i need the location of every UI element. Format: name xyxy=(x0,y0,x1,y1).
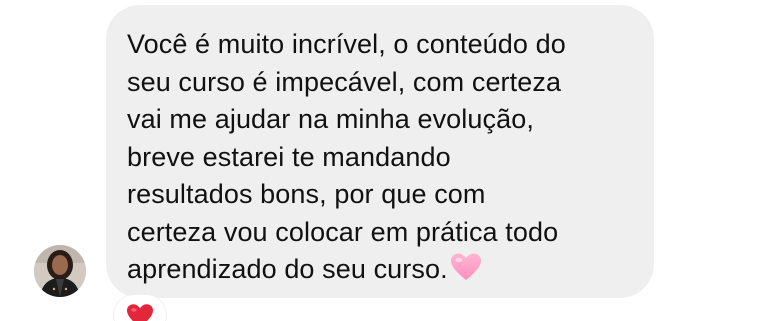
red-heart-icon xyxy=(126,304,153,321)
message-line: Você é muito incrível, o conteúdo do xyxy=(127,29,566,59)
message-line: certeza vou colocar em prática todo xyxy=(127,216,559,247)
pink-heart-icon xyxy=(450,252,482,293)
reaction-badge[interactable] xyxy=(114,295,166,321)
sender-avatar[interactable] xyxy=(34,245,86,297)
message-line-last: aprendizado do seu curso. xyxy=(127,251,634,293)
message-line: resultados bons, por que com xyxy=(127,179,486,209)
message-line: breve estarei te mandando xyxy=(127,141,451,172)
message-bubble[interactable]: Você é muito incrível, o conteúdo do seu… xyxy=(106,5,654,298)
message-line: vai me ajudar na minha evolução, xyxy=(127,104,534,134)
message-line-text: aprendizado do seu curso. xyxy=(127,254,448,284)
message-line: seu curso é impecável, com certeza xyxy=(127,66,562,97)
